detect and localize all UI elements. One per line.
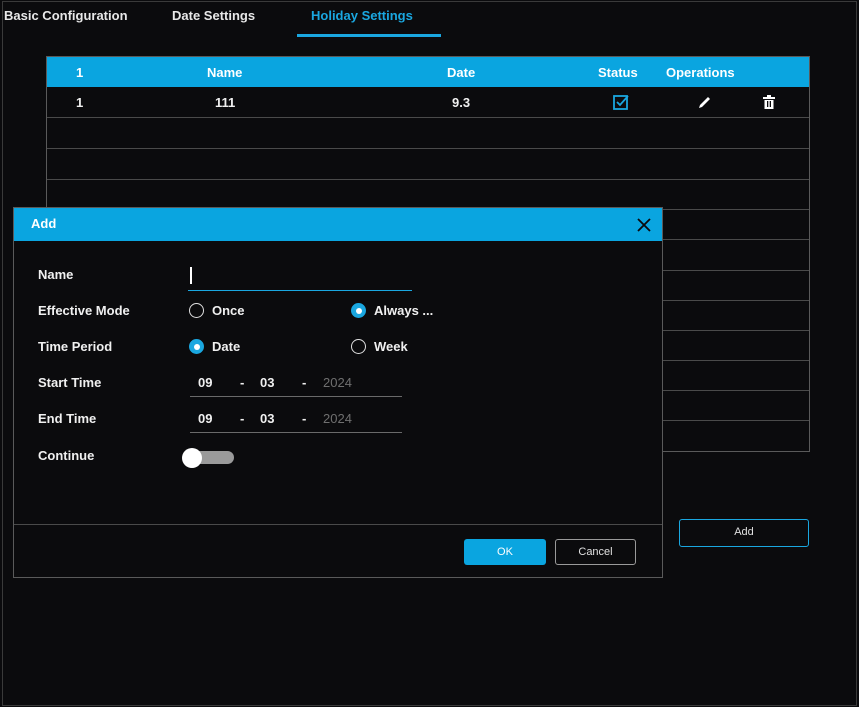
header-index: 1 xyxy=(76,65,84,80)
tab-basic-configuration[interactable]: Basic Configuration xyxy=(4,8,128,23)
effective-mode-label: Effective Mode xyxy=(38,303,130,318)
tab-date-settings[interactable]: Date Settings xyxy=(172,8,255,23)
end-day[interactable]: 03 xyxy=(260,411,274,426)
radio-date-label: Date xyxy=(212,339,241,354)
radio-date[interactable]: Date xyxy=(189,339,240,354)
dialog-divider xyxy=(14,524,662,525)
start-day[interactable]: 03 xyxy=(260,375,274,390)
row-index: 1 xyxy=(76,95,84,110)
table-row[interactable]: 1 111 9.3 xyxy=(47,87,809,118)
trash-icon[interactable] xyxy=(763,95,775,112)
radio-circle xyxy=(189,303,204,318)
radio-week-label: Week xyxy=(374,339,408,354)
date-separator: - xyxy=(302,375,307,390)
name-input[interactable] xyxy=(188,264,412,291)
header-status: Status xyxy=(598,65,638,80)
ok-button[interactable]: OK xyxy=(464,539,546,565)
radio-once-label: Once xyxy=(212,303,245,318)
status-checkbox-icon[interactable] xyxy=(613,94,630,113)
continue-label: Continue xyxy=(38,448,95,463)
start-time-label: Start Time xyxy=(38,375,102,390)
dialog-title: Add xyxy=(31,216,57,231)
dialog-header: Add xyxy=(14,208,662,241)
close-icon[interactable] xyxy=(633,214,655,236)
end-month[interactable]: 09 xyxy=(198,411,212,426)
cancel-button[interactable]: Cancel xyxy=(555,539,636,565)
header-date: Date xyxy=(447,65,476,80)
table-row xyxy=(47,118,809,149)
date-separator: - xyxy=(240,375,245,390)
continue-toggle[interactable] xyxy=(182,448,236,468)
time-period-label: Time Period xyxy=(38,339,113,354)
end-time-field[interactable]: 09 - 03 - 2024 xyxy=(190,408,402,433)
radio-always-label: Always ... xyxy=(374,303,434,318)
header-name: Name xyxy=(207,65,243,80)
start-time-field[interactable]: 09 - 03 - 2024 xyxy=(190,372,402,397)
header-operations: Operations xyxy=(666,65,735,80)
end-time-label: End Time xyxy=(38,411,97,426)
radio-week[interactable]: Week xyxy=(351,339,408,354)
start-month[interactable]: 09 xyxy=(198,375,212,390)
row-date: 9.3 xyxy=(452,95,471,110)
row-name: 111 xyxy=(215,95,236,110)
toggle-knob xyxy=(182,448,202,468)
active-tab-indicator xyxy=(297,34,441,37)
name-label: Name xyxy=(38,267,74,282)
date-separator: - xyxy=(302,411,307,426)
radio-once[interactable]: Once xyxy=(189,303,245,318)
add-holiday-button[interactable]: Add xyxy=(679,519,809,547)
radio-circle-selected xyxy=(351,303,366,318)
table-row xyxy=(47,149,809,180)
date-separator: - xyxy=(240,411,245,426)
end-year[interactable]: 2024 xyxy=(323,411,352,426)
radio-always[interactable]: Always ... xyxy=(351,303,433,318)
radio-circle-selected xyxy=(189,339,204,354)
add-holiday-dialog: Add Name Effective Mode Once Always ... … xyxy=(13,207,663,578)
radio-circle xyxy=(351,339,366,354)
text-caret xyxy=(190,267,192,284)
tab-holiday-settings[interactable]: Holiday Settings xyxy=(311,8,413,23)
start-year[interactable]: 2024 xyxy=(323,375,352,390)
pencil-icon[interactable] xyxy=(697,95,712,113)
table-header: 1 Name Date Status Operations xyxy=(47,57,809,87)
table-row xyxy=(47,179,809,210)
